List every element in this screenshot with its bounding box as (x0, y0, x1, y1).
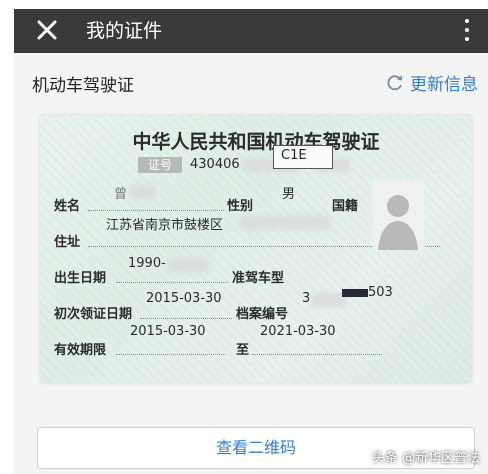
name-label: 姓名 (54, 199, 81, 214)
redaction (130, 185, 156, 199)
nationality-label: 国籍 (332, 199, 359, 214)
file-number-end: 503 (368, 285, 393, 300)
sex-value: 男 (282, 187, 296, 202)
section-title: 机动车驾驶证 (32, 76, 134, 96)
redaction-mark (342, 289, 368, 297)
refresh-icon (387, 74, 403, 90)
birth-label: 出生日期 (54, 271, 107, 286)
redaction (312, 293, 346, 307)
close-icon[interactable] (34, 17, 60, 43)
cert-number: 430406 (190, 157, 240, 172)
valid-to-label: 至 (236, 343, 250, 358)
valid-to: 2021-03-30 (260, 324, 336, 339)
cert-number-label: 证号 (138, 157, 182, 173)
valid-period-label: 有效期限 (54, 343, 107, 358)
more-vert-icon[interactable] (464, 19, 470, 43)
refresh-label: 更新信息 (410, 75, 478, 95)
class-label: 准驾车型 (232, 271, 285, 286)
first-issue-value: 2015-03-30 (146, 291, 222, 306)
license-title: 中华人民共和国机动车驾驶证 (132, 131, 380, 153)
dotted-line (116, 353, 226, 355)
dotted-line (252, 353, 382, 355)
page-title: 我的证件 (86, 20, 163, 42)
class-value: C1E (281, 148, 307, 163)
file-number-start: 3 (302, 291, 311, 306)
dotted-line (116, 281, 228, 283)
address-label: 住址 (54, 235, 81, 250)
license-section-header: 机动车驾驶证 更新信息 (14, 53, 488, 111)
file-number-label: 档案编号 (236, 307, 289, 322)
redaction (168, 258, 208, 272)
address-value: 江苏省南京市鼓楼区 (106, 218, 224, 233)
app-bar: 我的证件 (14, 9, 488, 53)
birth-value: 1990- (128, 256, 166, 271)
valid-from: 2015-03-30 (130, 324, 206, 339)
sex-label: 性别 (227, 199, 254, 214)
dotted-line (140, 317, 232, 319)
redaction (240, 216, 330, 230)
source-watermark: 头条 @新华区普法 (371, 451, 480, 466)
person-silhouette-icon (378, 195, 418, 250)
refresh-button[interactable]: 更新信息 (386, 70, 478, 95)
photo-placeholder (372, 180, 424, 250)
dotted-line (88, 209, 224, 211)
name-value: 曾 (114, 187, 128, 202)
first-issue-label: 初次领证日期 (54, 307, 133, 322)
